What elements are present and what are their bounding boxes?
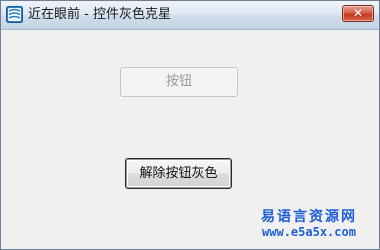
watermark: 易语言资源网 www.e5a5x.com	[243, 210, 375, 240]
close-button[interactable]: ✕	[342, 5, 374, 22]
close-icon: ✕	[352, 6, 364, 20]
app-icon	[6, 6, 23, 23]
watermark-chinese: 易语言资源网	[261, 209, 357, 225]
enable-button[interactable]: 解除按钮灰色	[125, 158, 232, 189]
window-title: 近在眼前 - 控件灰色克星	[28, 7, 171, 22]
title-bar[interactable]: 近在眼前 - 控件灰色克星 ✕	[1, 1, 379, 30]
watermark-url: www.e5a5x.com	[262, 225, 356, 239]
disabled-button: 按钮	[120, 67, 238, 97]
